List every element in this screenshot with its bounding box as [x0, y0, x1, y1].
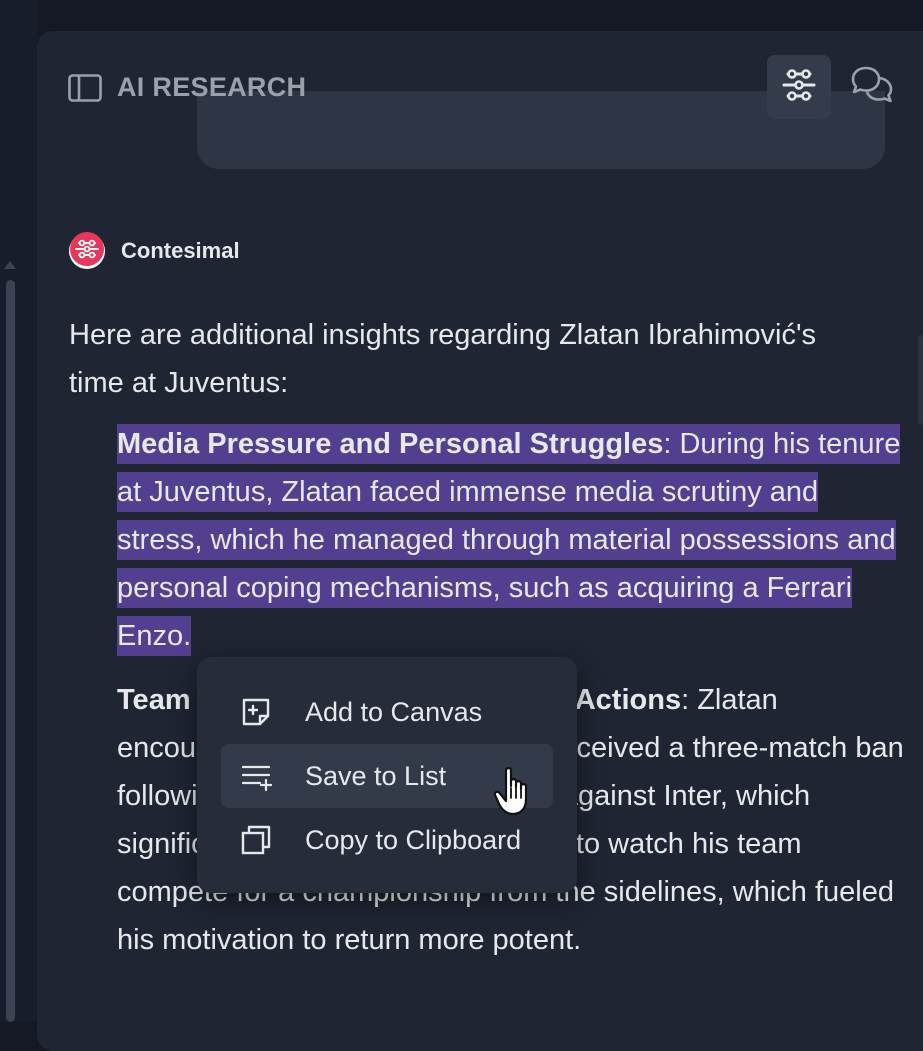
menu-item-label: Copy to Clipboard — [305, 824, 522, 855]
sidebar-toggle-icon[interactable] — [68, 74, 102, 102]
list-add-icon — [239, 759, 273, 793]
sticky-note-plus-icon — [239, 695, 273, 729]
chat-bubbles-icon — [850, 65, 894, 110]
item-body: During his tenure at Juventus, Zlatan fa… — [117, 428, 901, 652]
menu-item-label: Add to Canvas — [305, 696, 483, 727]
assistant-header: Contesimal — [69, 231, 240, 272]
left-scroll-strip — [0, 0, 37, 1022]
panel-header: AI RESEARCH — [37, 31, 923, 143]
assistant-name: Contesimal — [121, 238, 240, 263]
avatar — [69, 231, 105, 272]
chat-button[interactable] — [849, 65, 895, 109]
panel-title: AI RESEARCH — [117, 72, 307, 102]
contesimal-logo-icon — [69, 231, 105, 272]
scroll-up-arrow-icon[interactable] — [4, 261, 16, 269]
item-separator: : — [681, 684, 690, 716]
add-to-canvas-menu-item[interactable]: Add to Canvas — [221, 680, 553, 744]
right-scroll-indicator — [918, 335, 923, 425]
message-intro: Here are additional insights regarding Z… — [69, 319, 817, 399]
list-item: Media Pressure and Personal Struggles: D… — [117, 420, 907, 660]
selected-text[interactable]: Media Pressure and Personal Struggles: D… — [117, 424, 901, 656]
flow-icon — [780, 68, 818, 107]
hand-pointer-cursor-icon — [492, 766, 532, 818]
copy-icon — [239, 823, 273, 857]
menu-item-label: Save to List — [305, 760, 447, 791]
flow-button[interactable] — [767, 55, 831, 119]
item-title: Media Pressure and Personal Struggles — [117, 428, 664, 460]
scrollbar-thumb[interactable] — [6, 280, 15, 1022]
ai-research-panel: AI RESEARCH Contesimal Here are addition… — [37, 31, 923, 1051]
